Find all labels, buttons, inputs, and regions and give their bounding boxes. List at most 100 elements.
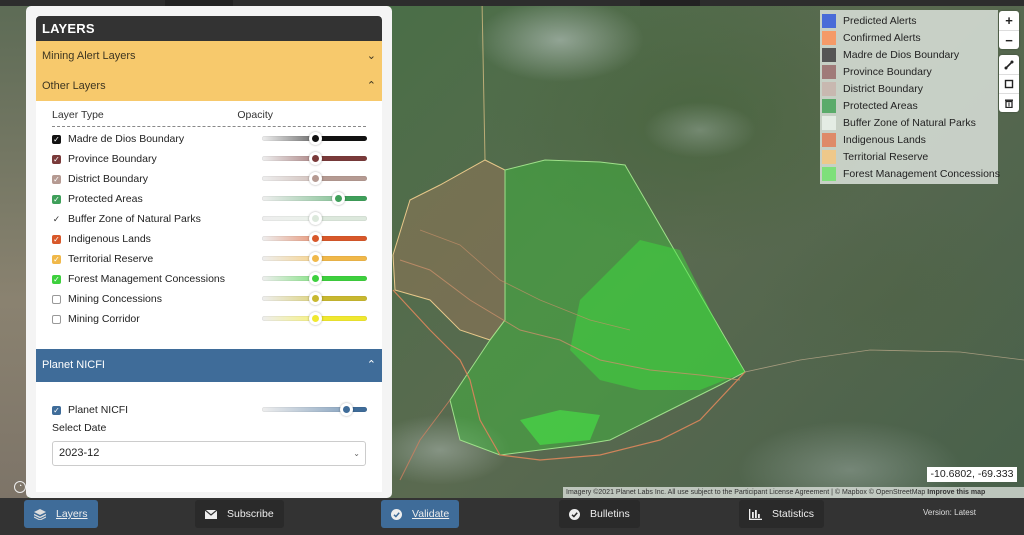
accordion-planet-nicfi[interactable]: Planet NICFI ⌃ bbox=[36, 349, 382, 382]
improve-map-link[interactable]: Improve this map bbox=[927, 489, 985, 496]
layer-row: ✓ Territorial Reserve bbox=[52, 249, 367, 269]
column-headers: Layer Type Opacity bbox=[52, 109, 366, 127]
layer-label: Protected Areas bbox=[68, 193, 143, 205]
opacity-slider[interactable] bbox=[262, 152, 367, 165]
slider-thumb[interactable] bbox=[308, 272, 322, 285]
slider-thumb[interactable] bbox=[308, 132, 322, 145]
check-circle-icon bbox=[391, 508, 402, 520]
legend-item: District Boundary bbox=[822, 80, 996, 97]
accordion-mining-alert-layers[interactable]: Mining Alert Layers ⌄ bbox=[36, 41, 382, 71]
opacity-slider[interactable] bbox=[262, 192, 367, 205]
boundary-line bbox=[744, 349, 1024, 373]
layer-row: ✓ Madre de Dios Boundary bbox=[52, 129, 367, 149]
version-label: Version: Latest bbox=[923, 508, 976, 517]
layer-label: Madre de Dios Boundary bbox=[68, 133, 185, 145]
layer-row: Mining Concessions bbox=[52, 289, 367, 309]
chevron-up-icon: ⌃ bbox=[366, 359, 376, 371]
top-bar bbox=[0, 0, 1024, 6]
accordion-label: Other Layers bbox=[42, 80, 106, 92]
slider-thumb[interactable] bbox=[308, 152, 322, 165]
date-select[interactable]: 2023-12 ⌄ bbox=[52, 441, 366, 466]
opacity-slider[interactable] bbox=[262, 252, 367, 265]
other-layers-body: Layer Type Opacity ✓ Madre de Dios Bounda… bbox=[36, 101, 382, 329]
zoom-in-button[interactable]: + bbox=[999, 11, 1019, 30]
legend-label: Madre de Dios Boundary bbox=[843, 48, 960, 61]
bar-chart-icon bbox=[749, 508, 762, 520]
layer-checkbox[interactable]: ✓ bbox=[52, 154, 61, 164]
layer-checkbox[interactable]: ✓ bbox=[52, 134, 61, 144]
slider-thumb[interactable] bbox=[308, 172, 322, 185]
planet-nicfi-body: ✓ Planet NICFI Select Date 2023-12 ⌄ bbox=[36, 382, 382, 466]
layer-checkbox[interactable] bbox=[52, 314, 61, 324]
layer-checkbox[interactable]: ✓ bbox=[52, 234, 61, 244]
layer-row: ✓ Buffer Zone of Natural Parks bbox=[52, 209, 367, 229]
opacity-slider[interactable] bbox=[262, 272, 367, 285]
coordinates-readout: -10.6802, -69.333 bbox=[927, 467, 1017, 482]
opacity-slider[interactable] bbox=[262, 132, 367, 145]
opacity-slider[interactable] bbox=[262, 232, 367, 245]
legend-label: Province Boundary bbox=[843, 65, 932, 78]
layer-list: ✓ Madre de Dios Boundary ✓ Province Boundar… bbox=[52, 129, 367, 329]
accordion-label: Mining Alert Layers bbox=[42, 50, 136, 62]
slider-thumb[interactable] bbox=[308, 232, 322, 245]
layer-checkbox[interactable] bbox=[52, 294, 61, 304]
layer-checkbox[interactable]: ✓ bbox=[52, 274, 61, 284]
legend-item: Madre de Dios Boundary bbox=[822, 46, 996, 63]
opacity-slider[interactable] bbox=[262, 172, 367, 185]
district-area bbox=[392, 159, 506, 341]
nav-label: Subscribe bbox=[227, 508, 274, 520]
draw-line-button[interactable] bbox=[999, 55, 1019, 74]
legend-swatch bbox=[822, 81, 836, 96]
layer-checkbox[interactable]: ✓ bbox=[52, 174, 61, 184]
layers-icon bbox=[34, 508, 46, 520]
opacity-slider[interactable] bbox=[262, 212, 367, 225]
boundary-line bbox=[399, 399, 451, 481]
attribution-text: Imagery ©2021 Planet Labs Inc. All use s… bbox=[566, 489, 926, 496]
layer-row: ✓ Forest Management Concessions bbox=[52, 269, 367, 289]
layer-checkbox[interactable]: ✓ bbox=[52, 194, 61, 204]
nav-statistics-button[interactable]: Statistics bbox=[739, 500, 825, 528]
accordion-other-layers[interactable]: Other Layers ⌃ bbox=[36, 71, 382, 101]
nav-bulletins-button[interactable]: Bulletins bbox=[559, 500, 640, 528]
slider-thumb[interactable] bbox=[340, 403, 353, 416]
map-legend: Predicted Alerts Confirmed Alerts Madre de… bbox=[820, 10, 1000, 184]
legend-swatch bbox=[822, 64, 836, 79]
layer-row: ✓ District Boundary bbox=[52, 169, 367, 189]
layer-label: Indigenous Lands bbox=[68, 233, 151, 245]
slider-thumb[interactable] bbox=[331, 192, 345, 205]
layer-checkbox[interactable]: ✓ bbox=[52, 214, 61, 224]
draw-polygon-button[interactable] bbox=[999, 74, 1019, 93]
legend-label: Indigenous Lands bbox=[843, 133, 926, 146]
nav-subscribe-button[interactable]: Subscribe bbox=[195, 500, 284, 528]
layer-row: ✓ Province Boundary bbox=[52, 149, 367, 169]
legend-swatch bbox=[822, 13, 836, 28]
opacity-slider[interactable] bbox=[262, 312, 367, 325]
nav-validate-button[interactable]: Validate bbox=[381, 500, 460, 528]
slider-thumb[interactable] bbox=[308, 252, 322, 265]
slider-thumb[interactable] bbox=[308, 292, 322, 305]
nav-label: Layers bbox=[56, 508, 88, 520]
line-icon bbox=[1004, 60, 1014, 69]
check-circle-icon bbox=[569, 508, 580, 520]
panel-title: LAYERS bbox=[36, 16, 382, 41]
trash-icon bbox=[1005, 99, 1013, 108]
slider-thumb[interactable] bbox=[308, 312, 322, 325]
trash-button[interactable] bbox=[999, 93, 1019, 112]
draw-controls bbox=[999, 55, 1019, 112]
layer-checkbox[interactable]: ✓ bbox=[52, 254, 61, 264]
planet-nicfi-checkbox[interactable]: ✓ bbox=[52, 405, 61, 415]
opacity-slider[interactable] bbox=[262, 292, 367, 305]
planet-nicfi-label: Planet NICFI bbox=[68, 404, 129, 416]
nav-layers-button[interactable]: Layers bbox=[24, 500, 98, 528]
chevron-down-icon: ⌄ bbox=[366, 50, 376, 62]
layer-label: Mining Concessions bbox=[68, 293, 162, 305]
legend-item: Confirmed Alerts bbox=[822, 29, 996, 46]
zoom-out-button[interactable]: − bbox=[999, 30, 1019, 49]
envelope-icon bbox=[205, 509, 217, 519]
slider-thumb[interactable] bbox=[308, 212, 322, 225]
layer-row: ✓ Indigenous Lands bbox=[52, 229, 367, 249]
layer-row: ✓ Protected Areas bbox=[52, 189, 367, 209]
mapbox-logo[interactable]: ◔ bbox=[14, 481, 26, 493]
nav-label: Validate bbox=[412, 508, 450, 520]
planet-nicfi-opacity-slider[interactable] bbox=[262, 403, 367, 416]
